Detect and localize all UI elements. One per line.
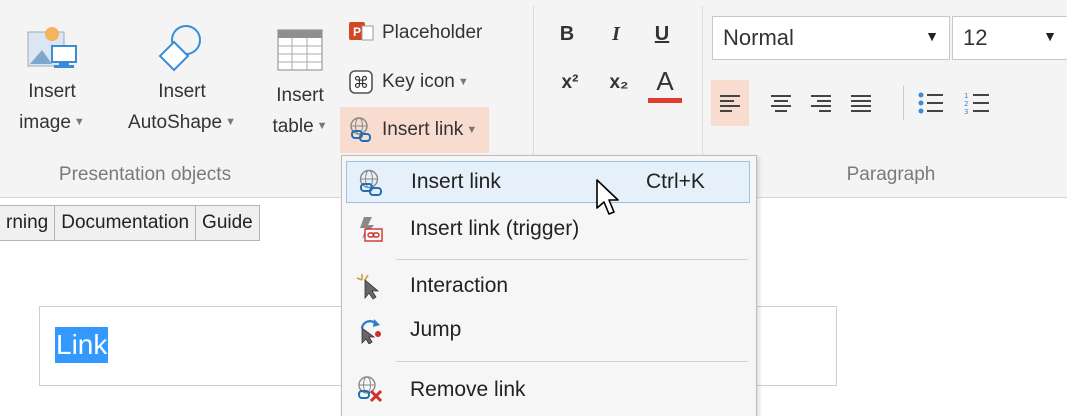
menu-item-insert-link-trigger[interactable]: Insert link (trigger) [346, 208, 750, 250]
insert-link-button[interactable]: Insert link ▼ [340, 107, 490, 153]
font-color-button[interactable]: A [648, 66, 682, 103]
superscript-button[interactable]: x² [553, 72, 587, 94]
svg-text:3: 3 [964, 108, 968, 115]
menu-item-label: Remove link [410, 378, 526, 401]
menu-item-jump[interactable]: Jump [346, 309, 750, 351]
menu-item-shortcut: Ctrl+K [646, 170, 705, 193]
key-icon-button[interactable]: ⌘ Key icon ▼ [348, 64, 469, 100]
align-center-icon [771, 95, 791, 112]
insert-table-line1: Insert [276, 85, 324, 106]
menu-item-label: Jump [410, 318, 462, 341]
font-color-label: A [656, 66, 674, 96]
image-icon [27, 27, 77, 68]
align-left-button[interactable] [711, 80, 749, 126]
svg-text:P: P [353, 25, 361, 39]
selected-text[interactable]: Link [55, 327, 109, 363]
autoshape-icon [158, 25, 201, 72]
menu-separator [396, 259, 748, 260]
svg-text:2: 2 [964, 100, 968, 108]
justify-button[interactable] [842, 80, 880, 126]
chevron-down-icon: ▼ [225, 116, 236, 129]
style-select-value: Normal [723, 25, 794, 50]
font-color-bar [648, 98, 682, 103]
placeholder-icon: P [349, 22, 374, 41]
presentation-objects-group-label: Presentation objects [58, 164, 232, 185]
align-left-icon [720, 95, 740, 112]
document-tabs: rning Documentation Guide [0, 205, 260, 241]
remove-link-icon [358, 376, 383, 403]
insert-image-button[interactable]: Insert image ▼ [12, 20, 92, 138]
key-icon-label: Key icon [382, 71, 455, 92]
tab-guide[interactable]: Guide [195, 205, 260, 241]
table-icon [277, 29, 323, 71]
insert-table-line2: table [272, 116, 314, 137]
bullet-list-icon [918, 92, 943, 114]
paragraph-divider [903, 86, 904, 120]
italic-button[interactable]: I [602, 23, 630, 46]
insert-image-line1: Insert [28, 81, 76, 102]
tab-learning[interactable]: rning [0, 205, 55, 241]
numbered-list-icon: 123 [964, 92, 989, 115]
align-center-button[interactable] [762, 80, 800, 126]
font-size-select-value: 12 [963, 25, 988, 50]
tab-documentation[interactable]: Documentation [54, 205, 196, 241]
svg-text:⌘: ⌘ [353, 73, 369, 92]
jump-icon [360, 319, 381, 344]
insert-link-label: Insert link [382, 119, 464, 140]
subscript-button[interactable]: x₂ [602, 72, 636, 94]
insert-link-menu: Insert link Ctrl+K Insert link (trigger)… [341, 155, 757, 416]
underline-button[interactable]: U [648, 23, 676, 46]
placeholder-button[interactable]: P Placeholder [348, 15, 482, 51]
chevron-down-icon: ▼ [316, 120, 328, 133]
link-trigger-icon [360, 217, 383, 242]
insert-autoshape-line1: Insert [158, 81, 206, 102]
bullet-list-button[interactable] [912, 80, 950, 126]
insert-image-line2: image [19, 112, 71, 133]
dropdown-arrow-icon: ▼ [1043, 28, 1057, 44]
chevron-down-icon: ▼ [73, 116, 85, 129]
insert-table-button[interactable]: Insert table ▼ [262, 22, 338, 142]
menu-item-label: Insert link (trigger) [410, 217, 580, 240]
dropdown-arrow-icon: ▼ [925, 28, 939, 44]
interaction-icon [356, 274, 380, 300]
align-right-icon [811, 95, 831, 112]
mouse-pointer-icon [596, 179, 619, 215]
insert-autoshape-line2: AutoShape [128, 112, 223, 133]
bold-button[interactable]: B [553, 23, 581, 46]
font-size-select[interactable]: 12 ▼ [952, 16, 1067, 60]
menu-item-label: Insert link [411, 170, 501, 193]
justify-icon [851, 95, 871, 112]
menu-item-insert-link[interactable]: Insert link Ctrl+K [346, 161, 750, 203]
menu-item-interaction[interactable]: Interaction [346, 265, 750, 307]
numbered-list-button[interactable]: 123 [958, 80, 996, 126]
align-right-button[interactable] [802, 80, 840, 126]
insert-autoshape-button[interactable]: Insert AutoShape ▼ [114, 20, 250, 138]
svg-text:1: 1 [964, 92, 968, 100]
menu-item-label: Interaction [410, 274, 509, 297]
command-key-icon: ⌘ [349, 70, 373, 94]
style-select[interactable]: Normal ▼ [712, 16, 950, 60]
menu-separator [396, 361, 748, 362]
menu-item-remove-link[interactable]: Remove link [346, 369, 750, 411]
link-icon [359, 169, 382, 196]
paragraph-group-label: Paragraph [846, 164, 936, 185]
placeholder-label: Placeholder [382, 22, 483, 43]
chevron-down-icon: ▼ [457, 76, 469, 88]
chevron-down-icon: ▼ [466, 124, 478, 136]
link-icon [350, 117, 371, 142]
